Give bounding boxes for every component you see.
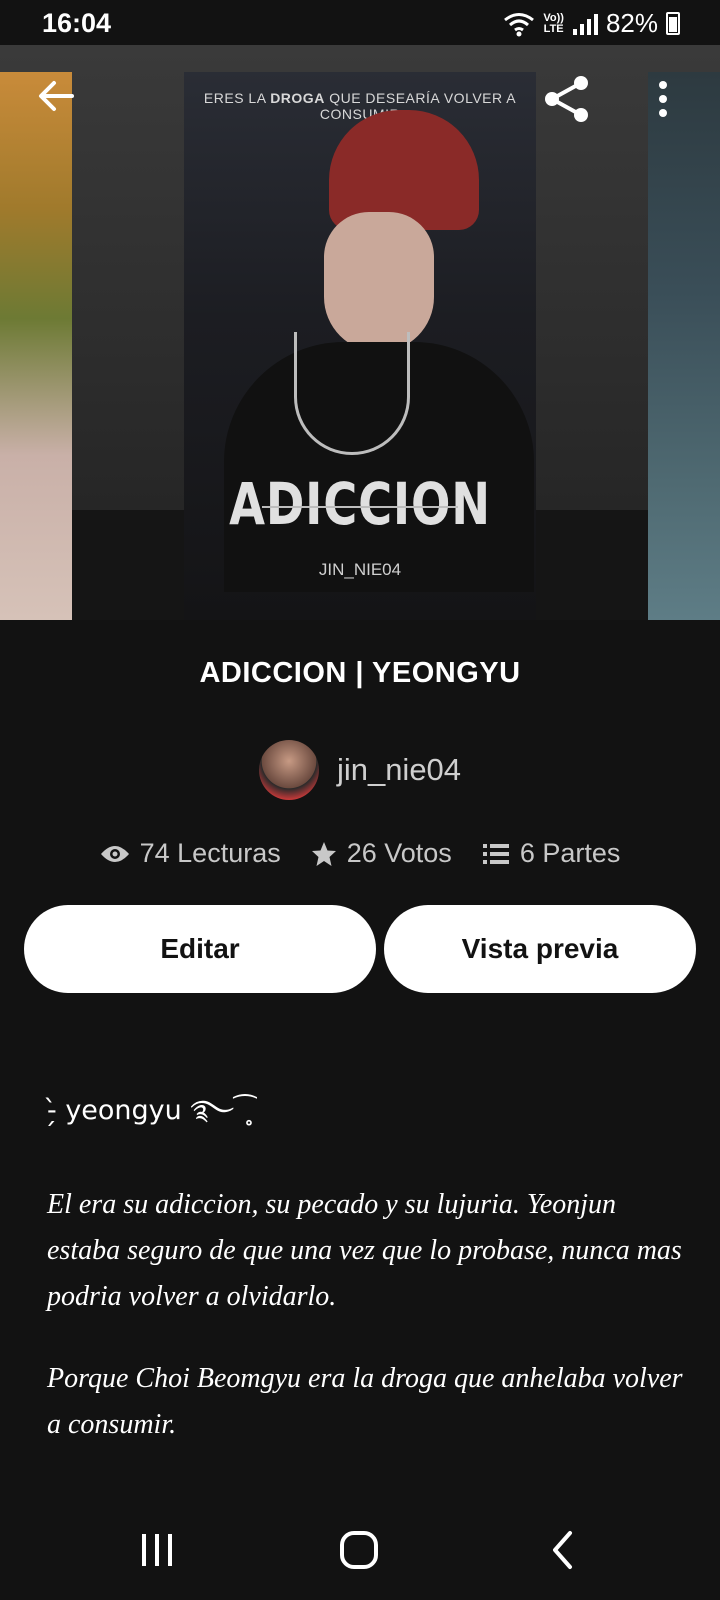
status-time: 16:04 <box>42 8 112 38</box>
cover-carousel[interactable]: ERES LA DROGA QUE DESEARÍA VOLVER A CONS… <box>0 45 720 620</box>
votes-stat: 26 Votos <box>311 838 452 869</box>
home-icon[interactable] <box>335 1525 385 1575</box>
parts-stat: 6 Partes <box>482 838 621 869</box>
status-icons: Vo)) LTE 82% <box>503 8 680 39</box>
recent-apps-icon[interactable] <box>132 1525 182 1575</box>
signal-icon <box>572 13 598 35</box>
reads-count: 74 Lecturas <box>139 838 281 868</box>
author-row[interactable]: jin_nie04 <box>0 740 720 800</box>
story-title: ADICCION | YEONGYU <box>199 657 521 689</box>
list-icon <box>482 843 509 864</box>
wifi-icon <box>504 12 535 36</box>
lte-indicator: Vo)) LTE <box>543 11 564 35</box>
battery-percent: 82% <box>605 8 658 38</box>
cover-beanie <box>329 110 479 230</box>
cover-title: ADICCION <box>229 470 491 538</box>
description-paragraph-2: Porque Choi Beomgyu era la droga que anh… <box>47 1363 683 1440</box>
cover-author: JIN_NIE04 <box>318 560 402 579</box>
story-cover: ERES LA DROGA QUE DESEARÍA VOLVER A CONS… <box>184 72 536 620</box>
story-stats: 74 Lecturas 26 Votos 6 Partes <box>0 838 720 869</box>
description-paragraph-1: El era su adiccion, su pecado y su lujur… <box>47 1189 682 1312</box>
preview-button[interactable]: Vista previa <box>384 905 696 993</box>
back-icon[interactable] <box>540 1525 590 1575</box>
system-nav-bar <box>0 1495 720 1600</box>
cover-chain <box>294 332 410 455</box>
cover-tagline: ERES LA DROGA QUE DESEARÍA VOLVER A CONS… <box>203 90 517 122</box>
story-description: -̗̀ yeongyu ࿐⁀̥ El era su adiccion, su p… <box>47 1080 687 1440</box>
share-icon[interactable] <box>542 74 592 124</box>
avatar[interactable] <box>258 740 319 800</box>
cover-title-strike <box>262 506 458 508</box>
star-icon <box>311 841 336 866</box>
previous-cover[interactable] <box>0 72 72 620</box>
edit-button[interactable]: Editar <box>24 905 376 993</box>
next-cover[interactable] <box>648 72 720 620</box>
eye-icon <box>100 845 129 862</box>
status-bar: 16:04 Vo)) LTE 82% <box>0 0 720 45</box>
arrow-left-icon[interactable] <box>36 76 76 116</box>
reads-stat: 74 Lecturas <box>100 838 281 869</box>
votes-count: 26 Votos <box>346 838 452 868</box>
more-vert-icon[interactable] <box>655 80 671 120</box>
description-tag: -̗̀ yeongyu ࿐⁀̥ <box>47 1095 256 1126</box>
cover-face <box>324 212 434 352</box>
parts-count: 6 Partes <box>519 838 621 868</box>
battery-icon <box>666 12 680 35</box>
author-name[interactable]: jin_nie04 <box>337 752 461 788</box>
